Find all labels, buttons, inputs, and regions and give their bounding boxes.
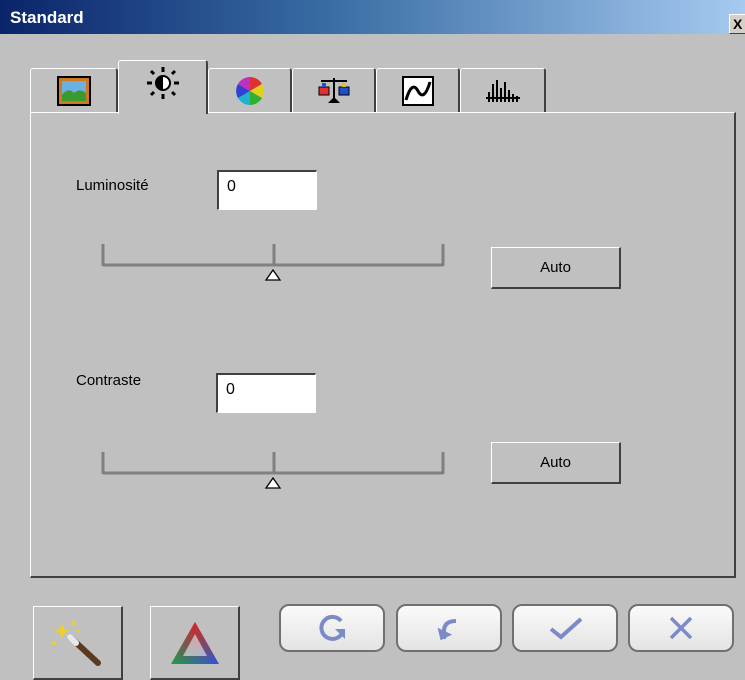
brightness-slider[interactable] xyxy=(100,242,446,282)
magic-wand-icon xyxy=(51,620,101,666)
tab-balance[interactable] xyxy=(292,68,376,113)
brightness-slider-thumb xyxy=(264,268,282,281)
contrast-input[interactable]: 0 xyxy=(216,373,316,413)
cancel-x-icon xyxy=(669,616,693,640)
tab-image[interactable] xyxy=(30,68,118,113)
undo-button[interactable] xyxy=(396,604,502,652)
close-icon: X xyxy=(733,16,743,32)
landscape-picture-icon xyxy=(56,76,91,106)
brightness-auto-button[interactable]: Auto xyxy=(491,247,621,289)
contrast-label: Contraste xyxy=(76,372,142,389)
window-title: Standard xyxy=(10,8,84,27)
cancel-button[interactable] xyxy=(628,604,734,652)
sun-icon xyxy=(146,66,179,99)
tab-color[interactable] xyxy=(208,68,292,113)
balance-scale-icon xyxy=(318,78,349,103)
title-bar: Standard X xyxy=(0,0,745,34)
refresh-icon xyxy=(319,614,345,641)
tab-brightness[interactable] xyxy=(118,60,208,114)
rgb-triangle-button[interactable] xyxy=(150,606,240,680)
brightness-input[interactable]: 0 xyxy=(217,170,317,210)
brightness-label: Luminosité xyxy=(76,177,149,194)
contrast-slider-thumb xyxy=(264,476,282,489)
rgb-triangle-icon xyxy=(170,621,219,664)
refresh-button[interactable] xyxy=(279,604,385,652)
contrast-auto-button[interactable]: Auto xyxy=(491,442,621,484)
tab-curve[interactable] xyxy=(376,68,460,113)
checkmark-icon xyxy=(549,617,583,640)
color-wheel-icon xyxy=(235,77,264,105)
tab-histogram[interactable] xyxy=(460,68,546,113)
histogram-icon xyxy=(485,80,520,102)
tone-curve-icon xyxy=(401,76,434,106)
contrast-slider[interactable] xyxy=(100,450,446,490)
ok-button[interactable] xyxy=(512,604,618,652)
undo-icon xyxy=(437,619,457,641)
close-button[interactable]: X xyxy=(729,14,745,34)
magic-wand-button[interactable] xyxy=(33,606,123,680)
